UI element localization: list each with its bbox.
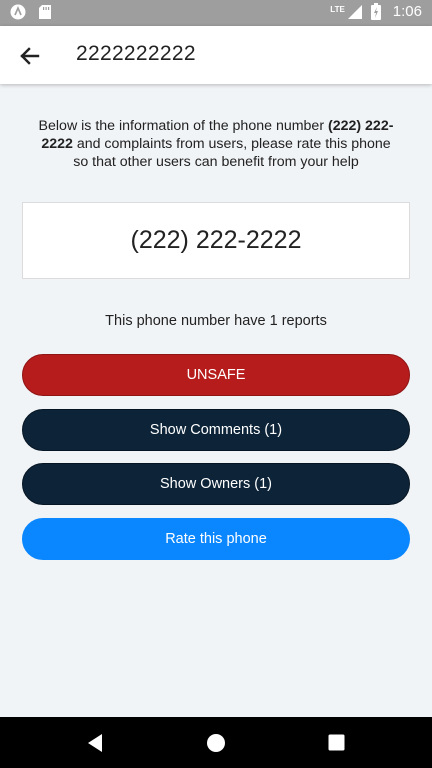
app-bar: 2222222222	[0, 26, 432, 84]
status-left	[10, 4, 52, 20]
status-bar: LTE 1:06	[0, 0, 432, 26]
show-comments-button[interactable]: Show Comments (1)	[22, 409, 410, 451]
rate-phone-button[interactable]: Rate this phone	[22, 518, 410, 560]
reports-count-text: This phone number have 1 reports	[105, 313, 327, 329]
status-right: LTE 1:06	[330, 3, 422, 20]
intro-text-part1: Below is the information of the phone nu…	[38, 118, 328, 134]
page-title: 2222222222	[76, 42, 196, 65]
navigation-bar	[0, 717, 432, 768]
nav-home-icon[interactable]	[206, 733, 226, 753]
status-time: 1:06	[392, 3, 422, 20]
network-type-label: LTE	[330, 5, 345, 14]
nav-back-icon[interactable]	[86, 733, 104, 753]
nav-recents-icon[interactable]	[328, 734, 345, 751]
phone-number-display: (222) 222-2222	[22, 202, 410, 279]
sd-card-icon	[39, 5, 51, 19]
back-button[interactable]	[14, 41, 44, 71]
battery-charging-icon	[370, 3, 381, 20]
unsafe-button[interactable]: UNSAFE	[22, 354, 410, 396]
arrow-back-icon	[20, 47, 40, 65]
app-icon	[10, 4, 26, 20]
signal-icon	[347, 4, 362, 19]
intro-text-part2: and complaints from users, please rate t…	[72, 136, 391, 170]
show-owners-button[interactable]: Show Owners (1)	[22, 463, 410, 505]
intro-text: Below is the information of the phone nu…	[34, 117, 398, 171]
